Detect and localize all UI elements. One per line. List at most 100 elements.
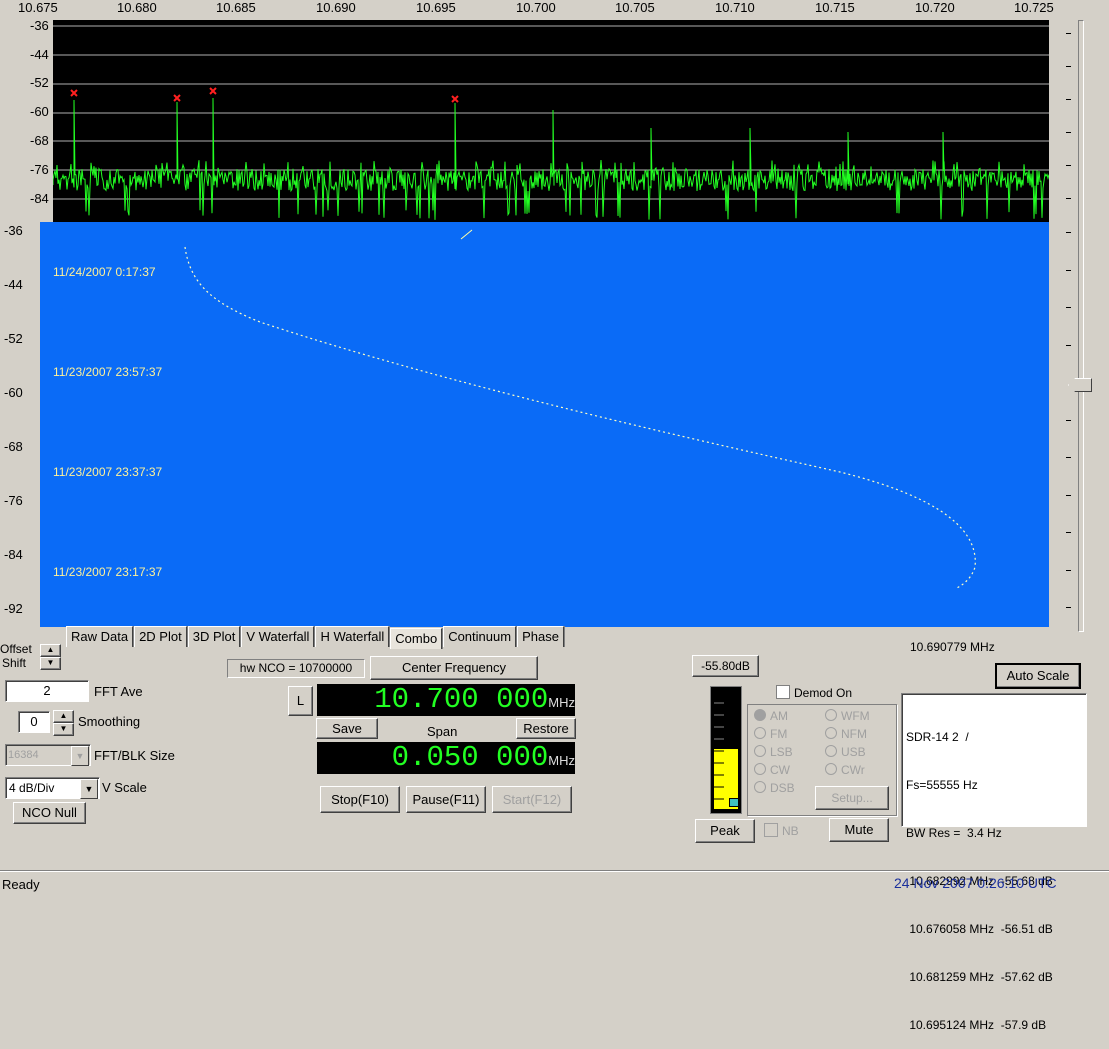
smoothing-input[interactable]: 0: [18, 711, 50, 733]
amp-tick: -68: [30, 133, 49, 148]
info-line: 10.681259 MHz -57.62 dB: [906, 970, 1053, 984]
frequency-display[interactable]: 10.700 000MHz: [317, 684, 575, 716]
spectrum-plot[interactable]: [52, 20, 1050, 222]
mode-cw-radio[interactable]: CW: [754, 763, 790, 777]
mode-usb-radio[interactable]: USB: [825, 745, 866, 759]
l-button[interactable]: L: [288, 686, 313, 716]
waterfall-display[interactable]: 11/24/2007 0:17:37 11/23/2007 23:57:37 1…: [40, 222, 1049, 627]
checkbox-icon: [776, 685, 790, 699]
wf-tick: -44: [4, 277, 23, 292]
status-bar: Ready 24 Nov 2007 0:26:10 UTC: [0, 870, 1109, 897]
waterfall-timestamp: 11/23/2007 23:37:37: [53, 465, 163, 479]
auto-scale-button[interactable]: Auto Scale: [995, 663, 1081, 689]
wf-tick: -92: [4, 601, 23, 616]
tab-2d-plot[interactable]: 2D Plot: [134, 626, 187, 647]
freq-tick: 10.690: [316, 0, 356, 15]
freq-tick: 10.680: [117, 0, 157, 15]
nco-null-button[interactable]: NCO Null: [13, 802, 86, 824]
peak-markers: [70, 87, 459, 103]
freq-tick: 10.685: [216, 0, 256, 15]
spectrum-trace: [52, 97, 1050, 220]
mute-button[interactable]: Mute: [829, 818, 889, 842]
level-readout: -55.80dB: [692, 655, 759, 677]
span-label: Span: [427, 724, 458, 739]
offset-label: Offset: [0, 642, 32, 656]
smoothing-down-button[interactable]: ▼: [53, 723, 74, 736]
mode-lsb-radio[interactable]: LSB: [754, 745, 793, 759]
chevron-down-icon: ▼: [80, 779, 98, 799]
amp-tick: -60: [30, 104, 49, 119]
chevron-down-icon: ▼: [71, 746, 89, 766]
center-frequency-button[interactable]: Center Frequency: [370, 656, 538, 680]
hw-nco-readout: hw NCO = 10700000: [227, 659, 365, 678]
info-line: Fs=55555 Hz: [906, 778, 978, 792]
waterfall-timestamp: 11/24/2007 0:17:37: [53, 265, 156, 279]
freq-tick: 10.700: [516, 0, 556, 15]
pause-button[interactable]: Pause(F11): [406, 786, 486, 813]
span-display[interactable]: 0.050 000MHz: [317, 742, 575, 774]
waterfall-timestamp: 11/23/2007 23:17:37: [53, 565, 163, 579]
signal-level-meter: [710, 686, 742, 814]
fft-blk-select[interactable]: 16384 ▼: [5, 744, 91, 766]
smoothing-up-button[interactable]: ▲: [53, 710, 74, 723]
amp-tick: -84: [30, 191, 49, 206]
status-text: Ready: [2, 877, 40, 892]
stop-button[interactable]: Stop(F10): [320, 786, 400, 813]
slider-thumb[interactable]: [1068, 378, 1092, 392]
wf-tick: -60: [4, 385, 23, 400]
amp-tick: -52: [30, 75, 49, 90]
info-line: SDR-14 2 /: [906, 730, 969, 744]
freq-tick: 10.695: [416, 0, 456, 15]
fft-ave-input[interactable]: 2: [5, 680, 89, 702]
status-datetime: 24 Nov 2007 0:26:10 UTC: [894, 875, 1057, 891]
level-indicator: [729, 798, 739, 807]
save-button[interactable]: Save: [316, 718, 378, 739]
freq-tick: 10.725: [1014, 0, 1054, 15]
mode-dsb-radio[interactable]: DSB: [754, 781, 795, 795]
tab-continuum[interactable]: Continuum: [443, 626, 517, 647]
tab-h-waterfall[interactable]: H Waterfall: [315, 626, 390, 647]
waterfall-trace-svg: [184, 229, 976, 590]
amp-tick: -76: [30, 162, 49, 177]
checkbox-icon: [764, 823, 778, 837]
nb-checkbox[interactable]: NB: [764, 823, 799, 838]
amp-tick: -36: [30, 18, 49, 33]
vscale-select[interactable]: 4 dB/Div ▼: [5, 777, 100, 799]
demod-on-checkbox[interactable]: Demod On: [776, 685, 852, 700]
frequency-value: 10.700 000: [374, 683, 549, 716]
tab-combo[interactable]: Combo: [390, 628, 443, 649]
tab-v-waterfall[interactable]: V Waterfall: [241, 626, 315, 647]
cursor-frequency: 10.690779 MHz: [910, 640, 995, 654]
tab-phase[interactable]: Phase: [517, 626, 564, 647]
offset-down-button[interactable]: ▼: [40, 657, 61, 670]
freq-tick: 10.675: [18, 0, 58, 15]
mode-cwr-radio[interactable]: CWr: [825, 763, 865, 777]
demod-on-label: Demod On: [794, 686, 853, 700]
slider-track: [1078, 20, 1084, 632]
freq-tick: 10.715: [815, 0, 855, 15]
mode-wfm-radio[interactable]: WFM: [825, 709, 870, 723]
amp-tick: -44: [30, 47, 49, 62]
mode-am-radio[interactable]: AM: [754, 709, 788, 723]
start-button[interactable]: Start(F12): [492, 786, 572, 813]
restore-button[interactable]: Restore: [516, 718, 576, 739]
wf-tick: -76: [4, 493, 23, 508]
fft-blk-label: FFT/BLK Size: [94, 748, 175, 763]
mode-fm-radio[interactable]: FM: [754, 727, 787, 741]
view-tabs: Raw Data 2D Plot 3D Plot V Waterfall H W…: [66, 626, 565, 649]
freq-tick: 10.705: [615, 0, 655, 15]
span-unit: MHz: [548, 753, 575, 768]
setup-button[interactable]: Setup...: [815, 786, 889, 810]
offset-up-button[interactable]: ▲: [40, 644, 61, 657]
fft-ave-label: FFT Ave: [94, 684, 143, 699]
spectrum-trace-svg: [52, 25, 1050, 220]
tab-3d-plot[interactable]: 3D Plot: [187, 626, 241, 647]
tab-raw-data[interactable]: Raw Data: [66, 626, 134, 647]
freq-tick: 10.710: [715, 0, 755, 15]
wf-tick: -68: [4, 439, 23, 454]
peak-button[interactable]: Peak: [695, 819, 755, 843]
smoothing-label: Smoothing: [78, 714, 141, 729]
fft-blk-value: 16384: [8, 749, 39, 761]
mode-nfm-radio[interactable]: NFM: [825, 727, 867, 741]
info-line: BW Res = 3.4 Hz: [906, 826, 1002, 840]
